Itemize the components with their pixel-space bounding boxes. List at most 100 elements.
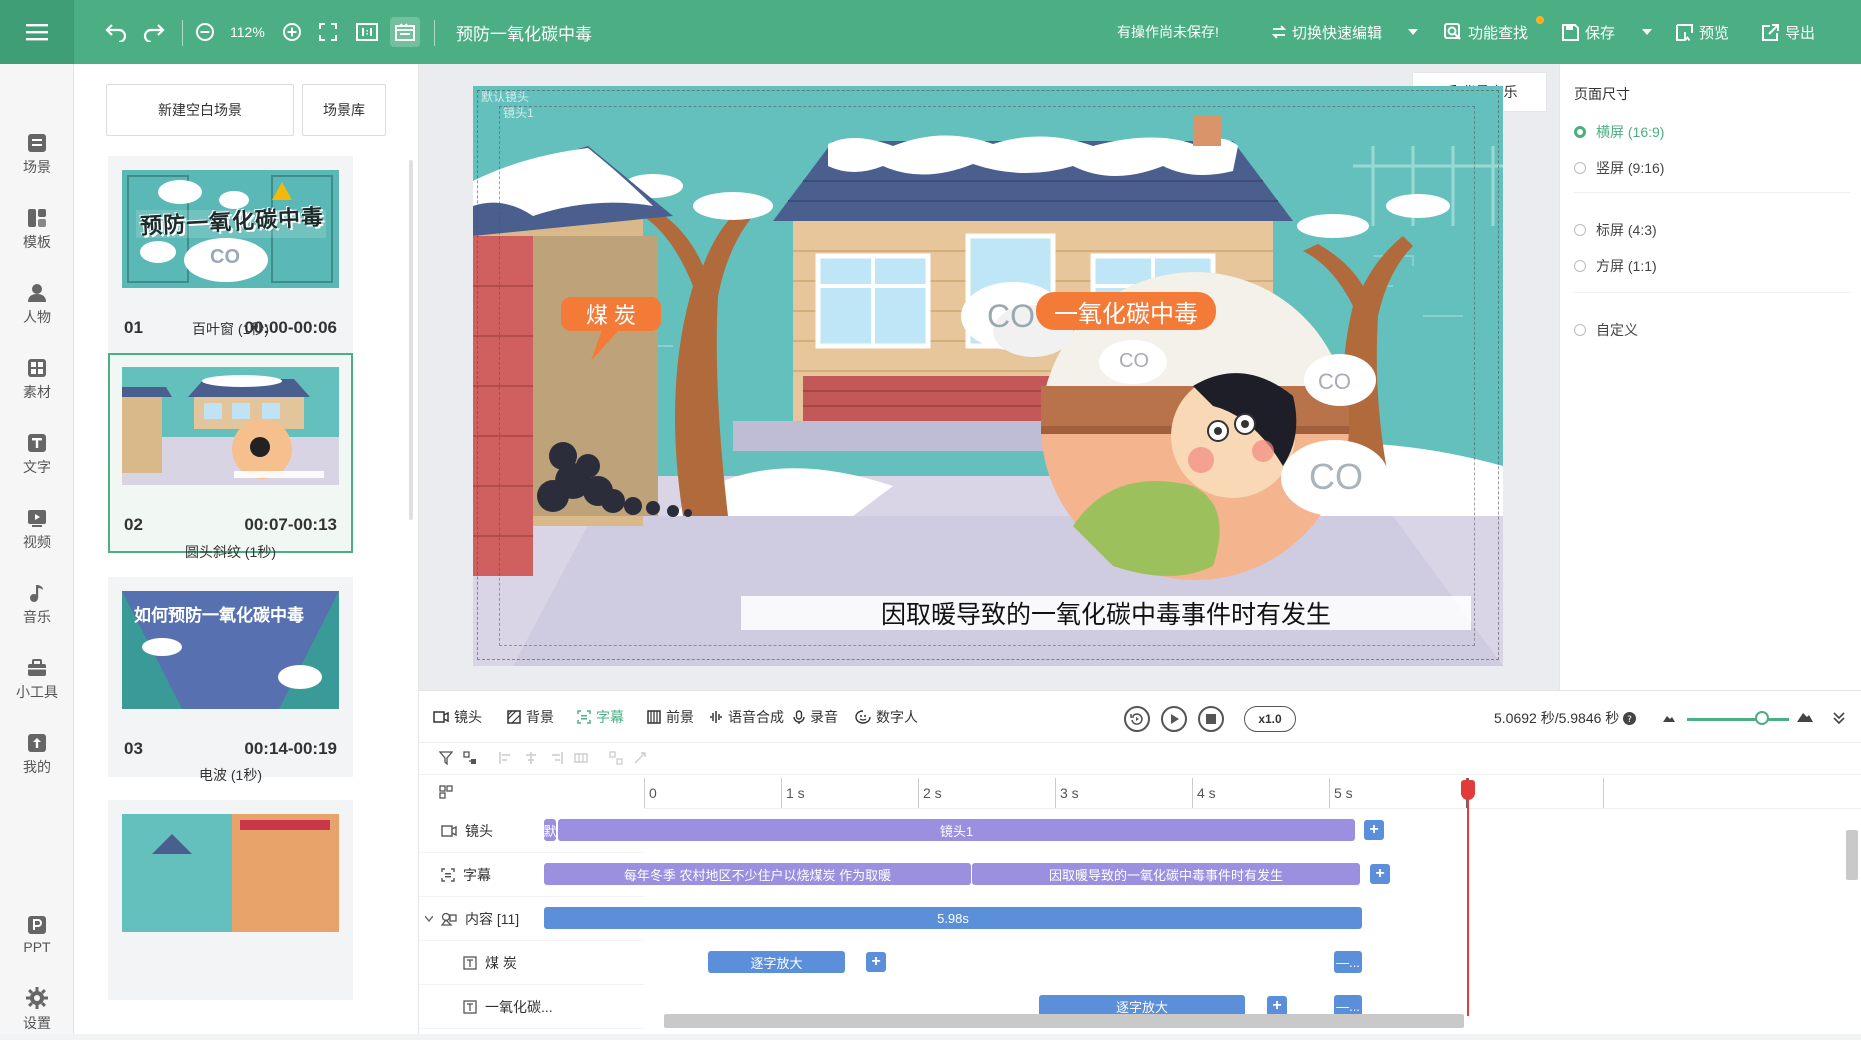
align-left-icon: [499, 752, 510, 764]
nav-item-scene[interactable]: 场景: [0, 125, 74, 185]
project-title[interactable]: 预防一氧化碳中毒: [456, 0, 592, 64]
scene-card-02[interactable]: 02 00:07-00:13: [108, 353, 353, 553]
subtitle-clip[interactable]: 每年冬季 农村地区不少住户以烧煤炭 作为取暖: [544, 863, 971, 885]
group-icon[interactable]: [463, 751, 477, 765]
track-layout-icon[interactable]: [439, 785, 453, 799]
filter-icon[interactable]: [439, 751, 453, 765]
playback-speed-button[interactable]: x1.0: [1244, 706, 1296, 732]
camera-clip[interactable]: 镜头1: [558, 819, 1355, 841]
new-blank-scene-button[interactable]: 新建空白场景: [106, 84, 294, 136]
coal-exit-clip[interactable]: —...: [1334, 951, 1362, 973]
stage-canvas[interactable]: 煤 炭 一氧化碳中毒 CO CO CO CO 因取暖导致的一氧化碳中毒事件时有发…: [473, 86, 1503, 666]
page-size-option-1-1[interactable]: 方屏 (1:1): [1574, 256, 1657, 276]
track-co[interactable]: 一氧化碳...: [419, 985, 644, 1029]
fit-screen-button[interactable]: [318, 0, 338, 64]
subtitle-clip[interactable]: 因取暖导致的一氧化碳中毒事件时有发生: [972, 863, 1360, 885]
scene-card-03[interactable]: 如何预防一氧化碳中毒 03 00:14-00:19: [108, 577, 353, 777]
timeline-zoom-slider[interactable]: [1687, 718, 1789, 721]
playhead-handle[interactable]: [1461, 780, 1475, 800]
zoom-in-mountain-icon[interactable]: [1797, 710, 1813, 722]
nav-item-template[interactable]: 模板: [0, 200, 74, 260]
fullscreen-icon: [319, 23, 337, 41]
caret-down-icon: [1408, 29, 1419, 35]
transition-label[interactable]: 百叶窗 (1秒): [108, 319, 353, 339]
nav-item-mine[interactable]: 我的: [0, 725, 74, 785]
actual-size-button[interactable]: [356, 0, 378, 64]
zoom-out-button[interactable]: [195, 0, 215, 64]
undo-button[interactable]: [104, 0, 128, 64]
tab-background[interactable]: 背景: [507, 691, 554, 743]
scenes-scrollbar[interactable]: [409, 160, 413, 520]
feature-search-button[interactable]: 功能查找: [1444, 0, 1544, 64]
track-coal[interactable]: 煤 炭: [419, 941, 644, 985]
page-size-option-custom[interactable]: 自定义: [1574, 320, 1638, 340]
nav-item-settings[interactable]: 设置: [0, 980, 74, 1040]
replay-button[interactable]: [1124, 706, 1150, 732]
add-co-effect-button[interactable]: +: [1267, 996, 1287, 1016]
stop-icon: [1206, 714, 1216, 724]
tab-tts[interactable]: 语音合成: [709, 691, 784, 743]
scene-card-04[interactable]: [108, 800, 353, 1000]
timeline-zoom-knob[interactable]: [1755, 711, 1769, 725]
subtitle-icon: [441, 867, 455, 882]
menu-button[interactable]: [0, 0, 74, 64]
add-camera-button[interactable]: +: [1364, 820, 1384, 840]
collapse-chevron-icon[interactable]: [1832, 711, 1846, 725]
nav-item-material[interactable]: 素材: [0, 350, 74, 410]
unsaved-notice: 有操作尚未保存!: [1117, 24, 1219, 40]
radio-icon: [1574, 324, 1586, 336]
tab-subtitle[interactable]: 字幕: [577, 691, 624, 743]
tab-foreground[interactable]: 前景: [647, 691, 694, 743]
redo-button[interactable]: [142, 0, 166, 64]
scene-thumbnail: [122, 367, 339, 485]
music-icon: [30, 585, 43, 602]
text-layer-icon: [463, 955, 477, 970]
tab-record[interactable]: 录音: [793, 691, 838, 743]
timeline-vertical-scrollbar[interactable]: [1846, 830, 1858, 880]
timeline-horizontal-scrollbar[interactable]: [664, 1014, 1464, 1028]
radio-icon: [1574, 224, 1586, 236]
text-layer-icon: [463, 999, 477, 1014]
ruler-label: 0: [649, 785, 657, 801]
save-options-dropdown[interactable]: [1642, 0, 1652, 64]
stop-button[interactable]: [1198, 706, 1224, 732]
time-ruler[interactable]: 0 1 s 2 s 3 s 4 s 5 s: [644, 775, 1861, 809]
toolbar-divider: [182, 20, 183, 46]
radio-icon: [1574, 260, 1586, 272]
save-button[interactable]: 保存: [1562, 0, 1615, 64]
play-button[interactable]: [1161, 706, 1187, 732]
scene-library-button[interactable]: 场景库: [302, 84, 386, 136]
tab-camera[interactable]: 镜头: [433, 691, 482, 743]
nav-item-toolbox[interactable]: 小工具: [0, 650, 74, 710]
feature-search-label: 功能查找: [1468, 24, 1529, 42]
quick-edit-button[interactable]: 切换快速编辑: [1272, 0, 1419, 64]
transition-label[interactable]: 圆头斜纹 (1秒): [108, 542, 353, 562]
svg-text:?: ?: [1627, 715, 1632, 725]
nav-item-music[interactable]: 音乐: [0, 575, 74, 635]
camera-default-clip[interactable]: 默: [544, 819, 556, 841]
page-size-option-9-16[interactable]: 竖屏 (9:16): [1574, 158, 1664, 178]
transition-label[interactable]: 电波 (1秒): [108, 765, 353, 785]
add-subtitle-button[interactable]: +: [1370, 864, 1390, 884]
coal-effect-clip[interactable]: 逐字放大: [708, 951, 845, 973]
timeline-panel: 镜头 背景 字幕 前景 语音合成 录音 数字人 x1.0 5.0692 秒/5.…: [419, 690, 1861, 1034]
export-button[interactable]: 导出: [1762, 0, 1815, 64]
content-clip[interactable]: 5.98s: [544, 907, 1362, 929]
page-size-option-4-3[interactable]: 标屏 (4:3): [1574, 220, 1657, 240]
track-label: 一氧化碳...: [485, 998, 553, 1015]
subtitle-toggle-button[interactable]: [390, 0, 420, 64]
nav-item-video[interactable]: 视频: [0, 500, 74, 560]
page-size-option-16-9[interactable]: 横屏 (16:9): [1574, 122, 1664, 142]
nav-item-ppt[interactable]: PPT: [0, 905, 74, 965]
preview-button[interactable]: 预览: [1676, 0, 1729, 64]
add-coal-effect-button[interactable]: +: [866, 952, 886, 972]
nav-item-text[interactable]: 文字: [0, 425, 74, 485]
tab-digital-human[interactable]: 数字人: [855, 691, 918, 743]
zoom-out-mountain-icon[interactable]: [1663, 713, 1675, 722]
distribute-icon: [574, 753, 588, 763]
zoom-in-button[interactable]: [282, 0, 302, 64]
help-icon[interactable]: ?: [1623, 711, 1637, 725]
nav-item-person[interactable]: 人物: [0, 275, 74, 335]
scene-icon: [28, 134, 46, 152]
playhead-line[interactable]: [1467, 784, 1469, 1016]
